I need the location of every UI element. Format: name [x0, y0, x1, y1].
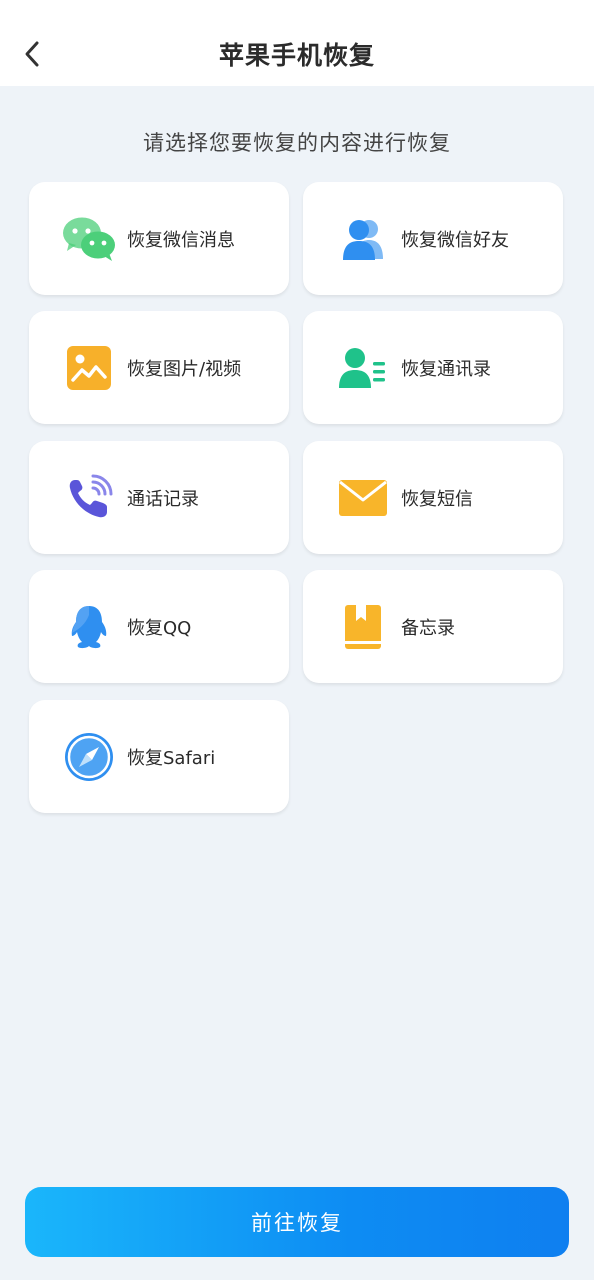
option-label: 备忘录 [401, 617, 455, 639]
option-label: 恢复通讯录 [401, 358, 491, 380]
option-recover-wechat-friends[interactable]: 恢复微信好友 [303, 182, 563, 295]
option-recover-safari[interactable]: 恢复Safari [29, 700, 289, 813]
option-label: 恢复微信消息 [127, 229, 235, 251]
safari-compass-icon [61, 729, 117, 785]
option-recover-sms[interactable]: 恢复短信 [303, 441, 563, 554]
contacts-people-icon [335, 211, 391, 267]
address-book-icon [335, 340, 391, 396]
option-label: 恢复QQ [127, 617, 192, 639]
memo-book-icon [335, 599, 391, 655]
option-recover-contacts[interactable]: 恢复通讯录 [303, 311, 563, 424]
instruction-text: 请选择您要恢复的内容进行恢复 [143, 131, 451, 155]
phone-call-icon [61, 470, 117, 526]
qq-penguin-icon [61, 599, 117, 655]
go-recover-button[interactable]: 前往恢复 [25, 1187, 569, 1257]
option-label: 恢复短信 [401, 488, 473, 510]
option-notes[interactable]: 备忘录 [303, 570, 563, 683]
page-title: 苹果手机恢复 [218, 41, 375, 70]
option-recover-photos-videos[interactable]: 恢复图片/视频 [29, 311, 289, 424]
top-bar: 苹果手机恢复 [0, 0, 594, 86]
option-label: 恢复微信好友 [401, 229, 509, 251]
option-label: 恢复Safari [127, 747, 216, 769]
wechat-icon [61, 211, 117, 267]
option-recover-qq[interactable]: 恢复QQ [29, 570, 289, 683]
option-call-history[interactable]: 通话记录 [29, 441, 289, 554]
image-icon [61, 340, 117, 396]
option-recover-wechat-messages[interactable]: 恢复微信消息 [29, 182, 289, 295]
option-label: 通话记录 [127, 488, 199, 510]
option-label: 恢复图片/视频 [127, 358, 242, 380]
envelope-icon [335, 470, 391, 526]
